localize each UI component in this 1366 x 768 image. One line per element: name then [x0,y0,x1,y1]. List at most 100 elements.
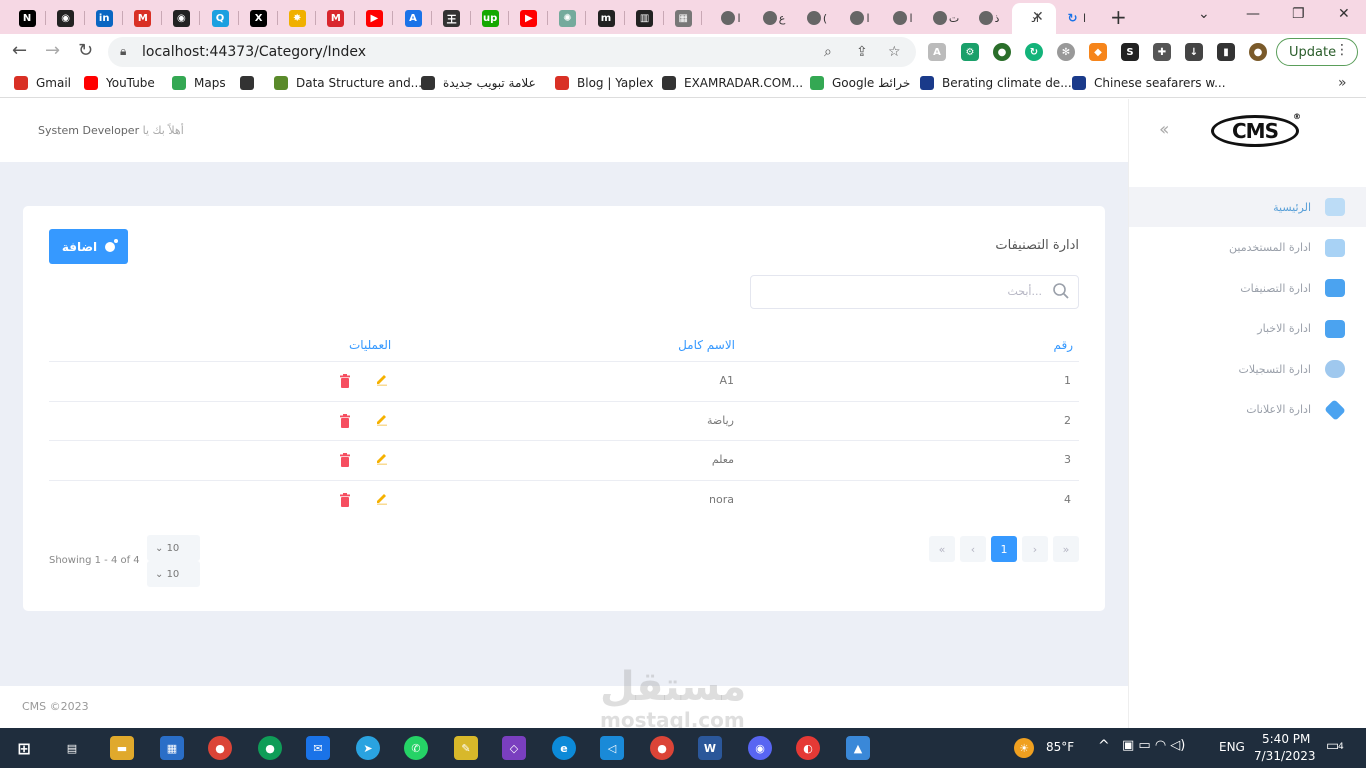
profile-avatar[interactable]: ● [1249,43,1267,61]
bookmark-item[interactable]: Google خرائط [810,76,910,90]
extension-snow-icon[interactable]: ✻ [1057,43,1075,61]
browser-tab[interactable]: A [394,4,432,32]
browser-tab[interactable]: N [8,4,46,32]
bookmark-item[interactable]: Maps [172,76,226,90]
delete-icon[interactable] [339,374,351,388]
browser-tab[interactable]: ع [755,4,793,32]
bookmark-item[interactable]: YouTube [84,76,155,90]
restore-icon[interactable]: ❐ [1292,6,1305,22]
browser-tab[interactable]: ا [841,4,879,32]
zoom-icon[interactable]: ⌕ [824,44,832,60]
tab-last[interactable]: ↻ ا [1056,4,1094,32]
browser-tab[interactable]: M [317,4,355,32]
extension-globe-icon[interactable]: ● [993,43,1011,61]
store-icon[interactable]: ▦ [160,736,184,760]
user-name[interactable]: System Developer [38,124,139,137]
browser-tab[interactable]: up [471,4,510,32]
tools-icon[interactable]: ✎ [454,736,478,760]
bookmark-item[interactable]: EXAMRADAR.COM... [662,76,803,90]
pager-first[interactable]: « [929,536,955,562]
extension-s-icon[interactable]: S [1121,43,1139,61]
chrome-icon[interactable]: ● [208,736,232,760]
vscode-icon[interactable]: ◁ [600,736,624,760]
reload-icon[interactable]: ↻ [78,40,93,61]
browser-tab[interactable]: in [85,4,124,32]
download-icon[interactable]: ↓ [1185,43,1203,61]
weather-temp[interactable]: 85°F [1046,740,1074,754]
task-view-icon[interactable]: ▤ [60,736,84,760]
minimize-icon[interactable]: — [1246,6,1260,22]
show-hidden-icons-icon[interactable]: ^ [1098,738,1110,754]
more-bookmarks-icon[interactable]: » [1338,75,1347,91]
file-explorer-icon[interactable]: ▬ [110,736,134,760]
bookmark-item[interactable]: Blog | Yaplex [555,76,653,90]
back-icon[interactable]: ← [12,40,27,61]
edit-icon[interactable] [375,412,389,426]
menu-dots-icon[interactable]: ⋮ [1335,42,1349,58]
extension-a-icon[interactable]: A [928,43,946,61]
edit-icon[interactable] [375,451,389,465]
sidebar-item[interactable]: ادارة الاعلانات [1129,390,1366,430]
chrome-active-icon[interactable]: ● [650,736,674,760]
browser-tab[interactable]: ▥ [626,4,664,32]
visual-studio-icon[interactable]: ◇ [502,736,526,760]
browser-tab[interactable]: ✸ [278,4,317,32]
browser-tab[interactable]: m [587,4,625,32]
photos-icon[interactable]: ▲ [846,736,870,760]
browser-tab[interactable]: ( [798,4,836,32]
browser-tab[interactable]: M [124,4,162,32]
pager-prev[interactable]: ‹ [960,536,986,562]
browser-tab[interactable]: ◉ [162,4,201,32]
search-input[interactable]: أبحث... [750,275,1079,309]
side-panel-icon[interactable]: ▮ [1217,43,1235,61]
browser-tab[interactable]: ا [884,4,922,32]
delete-icon[interactable] [339,492,351,507]
new-tab-icon[interactable]: + [1110,5,1127,29]
browser-tab[interactable]: ✺ [548,4,587,32]
edit-icon[interactable] [375,491,389,505]
extension-sync-icon[interactable]: ↻ [1025,43,1043,61]
sidebar-item[interactable]: ادارة التسجيلات [1129,349,1366,389]
share-icon[interactable]: ⇪ [856,44,868,60]
browser-tab[interactable]: ت [927,4,965,32]
clock-date[interactable]: 7/31/2023 [1254,749,1316,763]
extension-gear-icon[interactable]: ⚙ [961,43,979,61]
browser-tab[interactable]: ▶ [510,4,548,32]
pager-next[interactable]: › [1022,536,1048,562]
page-size-select[interactable]: ⌄ 10 [147,535,200,561]
sidebar-item[interactable]: ادارة المستخدمين [1129,228,1366,268]
pager-current[interactable]: 1 [991,536,1017,562]
discord-icon[interactable]: ◉ [748,736,772,760]
update-button[interactable]: Update ⋮ [1276,38,1358,66]
windows-start-icon[interactable]: ⊞ [12,736,36,760]
browser-tab[interactable]: Q [201,4,239,32]
app-red-icon[interactable]: ◐ [796,736,820,760]
delete-icon[interactable] [339,453,351,467]
edit-icon[interactable] [375,372,389,386]
collapse-sidebar-icon[interactable]: ‹‹ [1159,119,1170,140]
browser-tab[interactable]: ◉ [47,4,85,32]
tab-search-icon[interactable]: ⌄ [1198,6,1210,22]
bookmark-item[interactable]: علامة تبويب جديدة [421,76,536,90]
metamask-icon[interactable]: ◆ [1089,43,1107,61]
clock-time[interactable]: 5:40 PM [1262,732,1310,746]
forward-icon[interactable]: → [45,40,60,61]
pager-last[interactable]: » [1053,536,1079,562]
language-indicator[interactable]: ENG [1219,740,1245,754]
address-bar[interactable]: 🔒︎ localhost:44373/Category/Index ⌕ ⇪ ☆ [108,37,916,67]
weather-icon[interactable]: ☀ [1014,738,1034,758]
mail-icon[interactable]: ✉ [306,736,330,760]
close-tab-icon[interactable]: ✕ [1032,9,1044,25]
bookmark-star-icon[interactable]: ☆ [888,44,901,60]
bookmark-item[interactable]: Berating climate de... [920,76,1072,90]
sidebar-item[interactable]: ادارة الاخبار [1129,309,1366,349]
close-window-icon[interactable]: ✕ [1338,6,1350,22]
bookmark-item[interactable]: Gmail [14,76,71,90]
browser-tab[interactable]: ا [712,4,750,32]
edge-icon[interactable]: e [552,736,576,760]
bookmark-item[interactable] [240,76,262,90]
browser-tab[interactable]: ▶ [355,4,394,32]
tray-icons[interactable]: ▣ ▭ ◠ ◁) [1122,738,1185,753]
url-text[interactable]: localhost:44373/Category/Index [142,44,366,60]
browser-tab[interactable]: ▦ [664,4,703,32]
